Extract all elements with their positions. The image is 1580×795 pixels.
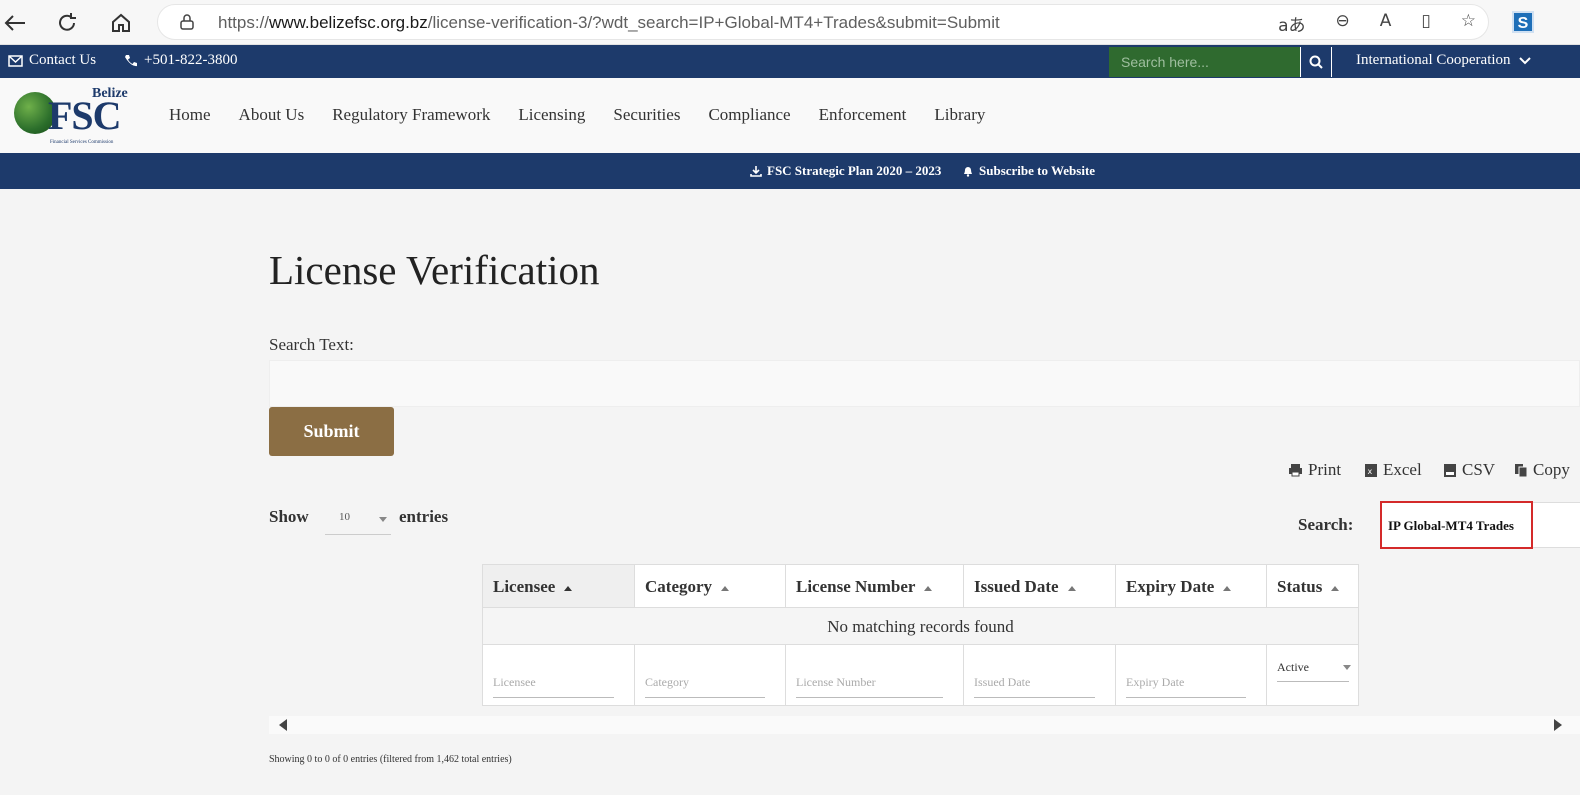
bell-icon [964,167,972,177]
favorite-star-icon[interactable]: ☆ [1461,11,1476,36]
column-header-expiry-date[interactable]: Expiry Date [1116,565,1267,608]
csv-button[interactable]: CSV [1443,460,1495,480]
subscribe-label: Subscribe to Website [979,163,1096,178]
download-icon [750,166,762,177]
submit-button[interactable]: Submit [269,407,394,456]
address-bar[interactable]: https://www.belizefsc.org.bz/license-ver… [157,4,1489,40]
filter-expiry-date[interactable]: Expiry Date [1126,666,1246,698]
phone-number: +501-822-3800 [144,52,238,68]
strategic-plan-label: FSC Strategic Plan 2020 – 2023 [767,163,942,178]
filter-issued-date[interactable]: Issued Date [974,666,1095,698]
top-strip: Contact Us +501-822-3800 Search here... … [0,45,1580,78]
phone-link[interactable]: +501-822-3800 [124,52,237,69]
scroll-right-arrow-icon[interactable] [1554,719,1562,731]
copy-icon [1515,463,1528,477]
empty-table-message: No matching records found [483,608,1358,645]
horizontal-scrollbar[interactable] [269,716,1580,734]
nav-securities[interactable]: Securities [613,105,680,125]
table-search-input-overflow [1533,502,1580,548]
extension-icon[interactable]: S [1512,11,1534,33]
nav-about-us[interactable]: About Us [239,105,305,125]
subscribe-link[interactable]: Subscribe to Website [962,163,1095,179]
immersive-reader-icon[interactable]: ▯ [1421,11,1430,36]
caret-down-icon [1343,665,1351,670]
main-nav: Home About Us Regulatory Framework Licen… [169,105,985,125]
show-label: Show [269,507,309,526]
csv-icon [1444,463,1456,477]
contact-label: Contact Us [29,52,97,68]
sort-arrow-icon [924,585,933,591]
column-header-issued-date[interactable]: Issued Date [964,565,1116,608]
nav-library[interactable]: Library [934,105,985,125]
excel-label: Excel [1383,460,1422,479]
phone-icon [125,54,137,66]
column-header-category[interactable]: Category [635,565,786,608]
international-cooperation-menu[interactable]: International Cooperation [1356,52,1531,69]
url-text: https://www.belizefsc.org.bz/license-ver… [218,13,1000,32]
sort-arrow-icon [1067,585,1076,591]
browser-toolbar: https://www.belizefsc.org.bz/license-ver… [0,0,1580,45]
search-icon[interactable] [1300,47,1332,77]
filter-category[interactable]: Category [645,666,765,698]
copy-label: Copy [1533,460,1570,479]
nav-home[interactable]: Home [169,105,211,125]
license-table: Licensee Category License Number Issued … [482,564,1359,706]
envelope-icon [8,54,23,67]
svg-text:x: x [1368,467,1373,476]
printer-icon [1289,464,1302,477]
nav-enforcement[interactable]: Enforcement [819,105,907,125]
table-search-label: Search: [1298,515,1354,534]
search-text-input[interactable] [269,360,1580,407]
excel-icon: x [1365,463,1377,477]
lock-icon [180,14,194,30]
table-search-input[interactable]: IP Global-MT4 Trades [1380,501,1533,549]
page-title: License Verification [269,247,600,293]
table-info: Showing 0 to 0 of 0 entries (filtered fr… [269,754,512,765]
sort-arrow-icon [1331,585,1340,591]
search-text-label: Search Text: [269,335,354,354]
read-aloud-translate-icon[interactable]: aあ [1278,11,1305,36]
filter-licensee[interactable]: Licensee [493,666,614,698]
scroll-left-arrow-icon[interactable] [279,719,287,731]
intl-label: International Cooperation [1356,52,1511,68]
logo-subtext: Financial Services Commission [50,140,114,145]
excel-button[interactable]: x Excel [1364,460,1422,480]
sort-arrow-icon [1223,585,1232,591]
read-aloud-icon[interactable]: A [1380,11,1392,36]
nav-licensing[interactable]: Licensing [518,105,585,125]
home-icon[interactable] [106,8,136,38]
nav-compliance[interactable]: Compliance [708,105,790,125]
strategic-plan-link[interactable]: FSC Strategic Plan 2020 – 2023 [750,163,941,179]
csv-label: CSV [1462,460,1496,479]
fsc-logo[interactable]: Belize FSC Financial Services Commission [14,86,128,146]
site-header: Belize FSC Financial Services Commission… [0,78,1580,153]
filter-license-number[interactable]: License Number [796,666,943,698]
sort-arrow-icon [721,585,730,591]
refresh-icon[interactable] [52,8,82,38]
zoom-out-icon[interactable]: ⊖ [1336,11,1350,36]
back-arrow-icon[interactable] [0,8,30,38]
filter-status-select[interactable]: Active [1277,657,1351,682]
nav-regulatory-framework[interactable]: Regulatory Framework [332,105,490,125]
site-search-input[interactable]: Search here... [1109,47,1300,77]
caret-down-icon [379,517,387,522]
contact-link[interactable]: Contact Us [8,52,96,69]
logo-main-text: FSC [48,93,122,138]
column-header-license-number[interactable]: License Number [786,565,964,608]
print-button[interactable]: Print [1288,460,1341,480]
secondary-bar: FSC Strategic Plan 2020 – 2023 Subscribe… [0,153,1580,189]
print-label: Print [1308,460,1342,479]
column-header-status[interactable]: Status [1267,565,1358,608]
column-header-licensee[interactable]: Licensee [483,565,635,608]
copy-button[interactable]: Copy [1514,460,1570,480]
chevron-down-icon [1518,56,1531,64]
filter-status-value: Active [1277,660,1309,674]
entries-label: entries [399,507,449,526]
sort-arrow-icon [564,585,573,591]
